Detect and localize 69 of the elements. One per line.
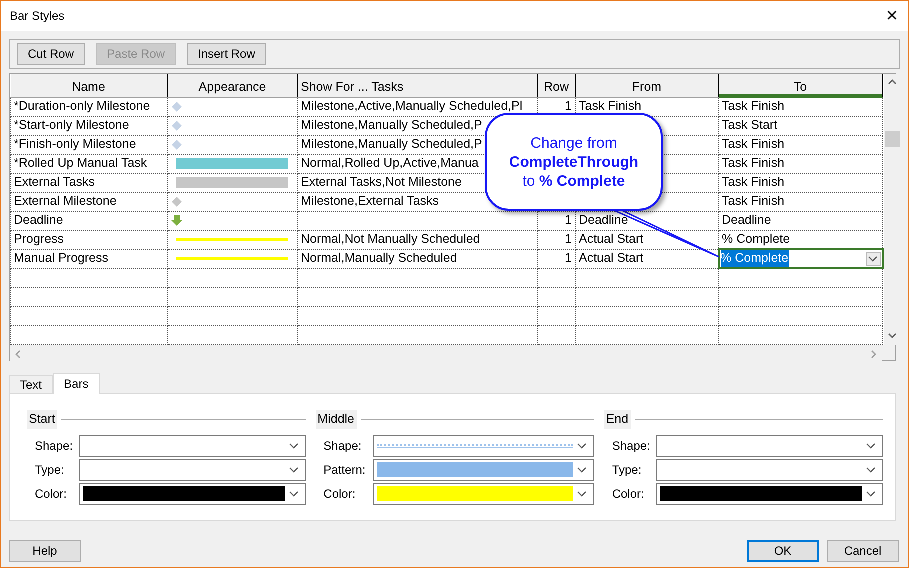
dropdown-field[interactable] xyxy=(656,482,884,504)
field-label: Color: xyxy=(612,486,646,502)
table-cell: *Rolled Up Manual Task xyxy=(10,154,168,174)
field-label: Type: xyxy=(35,462,66,478)
table-cell: Task Start xyxy=(718,116,882,136)
dropdown-field[interactable] xyxy=(79,458,306,480)
table-cell: Deadline xyxy=(718,211,882,230)
chevron-down-icon xyxy=(577,442,588,448)
table-cell: Task Finish xyxy=(718,135,882,154)
table-cell: Progress xyxy=(10,230,168,250)
table-cell: *Finish-only Milestone xyxy=(10,135,168,154)
dropdown-field[interactable]: % Complete xyxy=(718,249,882,268)
table-cell: Manual Progress xyxy=(10,249,168,268)
dropdown-field[interactable] xyxy=(372,482,594,504)
column-header[interactable]: Show For ... Tasks xyxy=(298,74,538,98)
table-cell: *Start-only Milestone xyxy=(10,116,168,136)
group-title: Start xyxy=(27,410,58,428)
group-title: Middle xyxy=(316,410,356,428)
column-header[interactable]: From xyxy=(576,74,718,98)
field-label: Shape: xyxy=(324,438,363,454)
table-cell: External Milestone xyxy=(10,192,168,212)
dropdown-field[interactable] xyxy=(656,458,884,480)
chevron-down-icon xyxy=(288,466,299,472)
table-cell: Task Finish xyxy=(718,97,882,116)
field-label: Shape: xyxy=(612,438,652,454)
table-cell: Task Finish xyxy=(718,173,882,192)
dropdown-field[interactable] xyxy=(372,458,594,480)
group-title: End xyxy=(604,410,631,428)
dialog-button[interactable]: OK xyxy=(747,540,819,562)
tab[interactable]: Bars xyxy=(53,372,100,394)
table-cell: Normal,Manually Scheduled xyxy=(298,249,538,268)
table-cell: Normal,Not Manually Scheduled xyxy=(298,230,538,250)
tab[interactable]: Text xyxy=(9,374,54,393)
field-label: Type: xyxy=(612,462,643,478)
table-cell: Task Finish xyxy=(718,192,882,212)
toolbar-button[interactable]: Insert Row xyxy=(187,43,266,65)
table-cell: 1 xyxy=(538,249,576,268)
field-label: Pattern: xyxy=(324,462,367,478)
dropdown-field[interactable] xyxy=(79,482,306,504)
window-title: Bar Styles xyxy=(10,8,65,25)
column-header[interactable]: Name xyxy=(10,74,168,98)
selected-text: % Complete xyxy=(720,251,789,266)
dropdown-field[interactable] xyxy=(372,434,594,456)
table-cell: External Tasks xyxy=(10,173,168,192)
table-cell: Deadline xyxy=(10,211,168,230)
close-button[interactable]: × xyxy=(882,6,902,26)
dropdown-button[interactable] xyxy=(866,252,880,266)
field-label: Color: xyxy=(35,486,68,502)
chevron-down-icon xyxy=(288,490,299,496)
chevron-down-icon xyxy=(868,256,878,262)
chevron-down-icon xyxy=(866,442,876,448)
chevron-down-icon xyxy=(866,466,876,472)
table-cell: 1 xyxy=(538,230,576,250)
column-header[interactable]: To xyxy=(718,74,882,98)
chevron-down-icon xyxy=(577,490,588,496)
column-header[interactable]: Appearance xyxy=(168,74,298,98)
field-label: Color: xyxy=(324,486,357,502)
chevron-down-icon xyxy=(288,442,299,448)
dropdown-field[interactable] xyxy=(656,434,884,456)
field-label: Shape: xyxy=(35,438,74,454)
chevron-down-icon xyxy=(577,466,588,472)
table-cell: Task Finish xyxy=(718,154,882,174)
chevron-down-icon xyxy=(866,490,876,496)
column-header[interactable]: Row xyxy=(538,74,576,98)
dialog-button[interactable]: Cancel xyxy=(827,540,899,562)
toolbar-button[interactable]: Cut Row xyxy=(17,43,86,65)
dropdown-field[interactable] xyxy=(79,434,306,456)
dialog-button[interactable]: Help xyxy=(9,540,81,562)
table-cell: *Duration-only Milestone xyxy=(10,97,168,116)
